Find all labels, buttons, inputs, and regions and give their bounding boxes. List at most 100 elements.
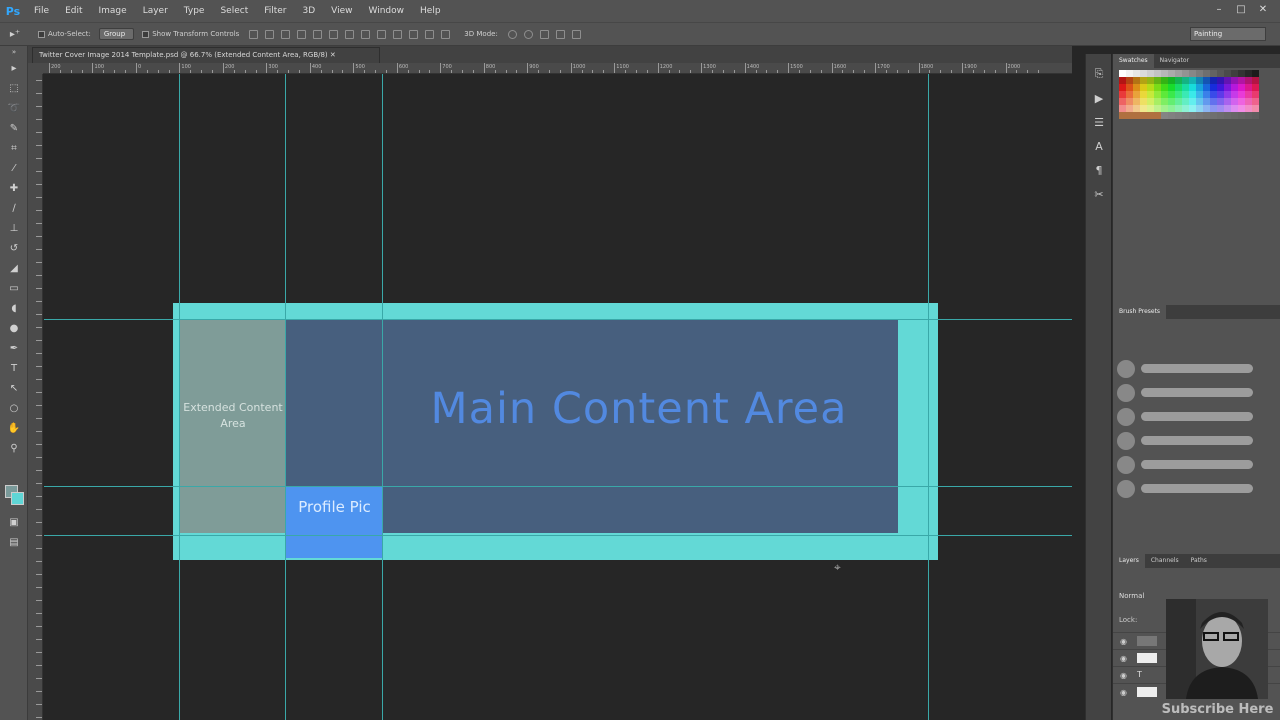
color-swatch[interactable] [1168, 105, 1175, 112]
color-swatch[interactable] [1175, 77, 1182, 84]
lasso-tool-icon[interactable]: ➰ [0, 98, 28, 118]
color-swatch[interactable] [1238, 105, 1245, 112]
color-swatch[interactable] [1224, 70, 1231, 77]
color-swatch[interactable] [1189, 91, 1196, 98]
color-swatch[interactable] [1168, 70, 1175, 77]
clone-stamp-tool-icon[interactable]: ⊥ [0, 218, 28, 238]
color-swatch[interactable] [1168, 112, 1175, 119]
color-swatch[interactable] [1182, 84, 1189, 91]
color-swatch[interactable] [1231, 105, 1238, 112]
color-swatch[interactable] [1126, 84, 1133, 91]
distribute-right-icon[interactable] [425, 29, 435, 39]
color-swatch[interactable] [1252, 77, 1259, 84]
tab-swatches[interactable]: Swatches [1113, 54, 1154, 68]
color-swatch[interactable] [1133, 112, 1140, 119]
color-swatch[interactable] [1161, 91, 1168, 98]
color-swatch[interactable] [1203, 77, 1210, 84]
color-swatch[interactable] [1196, 77, 1203, 84]
quick-mask-icon[interactable]: ▣ [0, 512, 28, 532]
color-swatch[interactable] [1238, 84, 1245, 91]
color-swatch[interactable] [1126, 105, 1133, 112]
color-swatch[interactable] [1210, 77, 1217, 84]
menu-filter[interactable]: Filter [256, 0, 294, 22]
color-swatch[interactable] [1182, 77, 1189, 84]
color-swatch[interactable] [1140, 91, 1147, 98]
align-left-icon[interactable] [297, 29, 307, 39]
3d-slide-icon[interactable] [555, 29, 565, 39]
move-tool-preset-icon[interactable]: ▸⁺ [0, 24, 30, 44]
background-color-swatch[interactable] [11, 492, 24, 505]
color-swatch[interactable] [1175, 70, 1182, 77]
color-swatch[interactable] [1147, 70, 1154, 77]
color-swatch[interactable] [1217, 84, 1224, 91]
tab-channels[interactable]: Channels [1145, 554, 1185, 568]
document-canvas[interactable]: Extended Content Area Profile Pic Main C… [44, 74, 1072, 720]
color-swatch[interactable] [1245, 84, 1252, 91]
color-swatch[interactable] [1238, 91, 1245, 98]
distribute-left-icon[interactable] [393, 29, 403, 39]
show-transform-checkbox[interactable] [142, 30, 150, 38]
menu-edit[interactable]: Edit [57, 0, 90, 22]
zoom-tool-icon[interactable]: ⚲ [0, 438, 28, 458]
menu-window[interactable]: Window [361, 0, 413, 22]
3d-roll-icon[interactable] [523, 29, 533, 39]
color-swatch[interactable] [1224, 98, 1231, 105]
color-swatch[interactable] [1161, 70, 1168, 77]
eraser-tool-icon[interactable]: ◢ [0, 258, 28, 278]
color-swatch[interactable] [1196, 84, 1203, 91]
color-swatch[interactable] [1203, 70, 1210, 77]
brush-preset[interactable] [1113, 404, 1280, 428]
color-swatch[interactable] [1238, 77, 1245, 84]
color-swatch[interactable] [1119, 84, 1126, 91]
color-swatch[interactable] [1252, 84, 1259, 91]
guide-horizontal[interactable] [44, 486, 1072, 487]
workspace-dropdown[interactable]: Painting [1190, 27, 1266, 41]
auto-align-icon[interactable] [441, 29, 451, 39]
color-swatch[interactable] [1210, 91, 1217, 98]
color-swatch[interactable] [1203, 91, 1210, 98]
align-vcenter-icon[interactable] [265, 29, 275, 39]
distribute-hcenter-icon[interactable] [409, 29, 419, 39]
menu-help[interactable]: Help [412, 0, 449, 22]
color-swatch[interactable] [1231, 91, 1238, 98]
color-swatch[interactable] [1252, 112, 1259, 119]
menu-3d[interactable]: 3D [295, 0, 324, 22]
toolbar-collapse-icon[interactable]: » [0, 46, 28, 58]
color-swatch[interactable] [1182, 105, 1189, 112]
color-swatch[interactable] [1175, 98, 1182, 105]
paragraph-panel-icon[interactable]: ¶ [1086, 158, 1112, 182]
3d-rotate-icon[interactable] [507, 29, 517, 39]
align-bottom-icon[interactable] [281, 29, 291, 39]
color-swatch[interactable] [1245, 112, 1252, 119]
color-swatch[interactable] [1133, 70, 1140, 77]
color-swatch[interactable] [1119, 91, 1126, 98]
color-swatch[interactable] [1161, 84, 1168, 91]
color-swatch[interactable] [1133, 98, 1140, 105]
color-swatch[interactable] [1140, 84, 1147, 91]
color-swatch[interactable] [1224, 105, 1231, 112]
character-panel-icon[interactable]: A [1086, 134, 1112, 158]
color-swatch[interactable] [1161, 105, 1168, 112]
color-swatch[interactable] [1161, 98, 1168, 105]
color-swatch[interactable] [1147, 77, 1154, 84]
color-swatch[interactable] [1245, 91, 1252, 98]
color-swatch[interactable] [1210, 98, 1217, 105]
eyedropper-tool-icon[interactable]: ⁄ [0, 158, 28, 178]
properties-panel-icon[interactable]: ☰ [1086, 110, 1112, 134]
color-swatch[interactable] [1224, 84, 1231, 91]
hand-tool-icon[interactable]: ✋ [0, 418, 28, 438]
color-swatch[interactable] [1140, 112, 1147, 119]
guide-vertical[interactable] [285, 74, 286, 720]
quick-select-tool-icon[interactable]: ✎ [0, 118, 28, 138]
3d-drag-icon[interactable] [539, 29, 549, 39]
crop-tool-icon[interactable]: ⌗ [0, 138, 28, 158]
color-swatch[interactable] [1203, 112, 1210, 119]
color-swatch[interactable] [1154, 112, 1161, 119]
vertical-ruler[interactable] [28, 74, 43, 720]
color-swatch[interactable] [1210, 112, 1217, 119]
color-swatch[interactable] [1189, 77, 1196, 84]
color-swatch[interactable] [1238, 98, 1245, 105]
ruler-origin[interactable] [28, 63, 43, 74]
color-swatch[interactable] [1217, 91, 1224, 98]
color-swatch[interactable] [1196, 91, 1203, 98]
